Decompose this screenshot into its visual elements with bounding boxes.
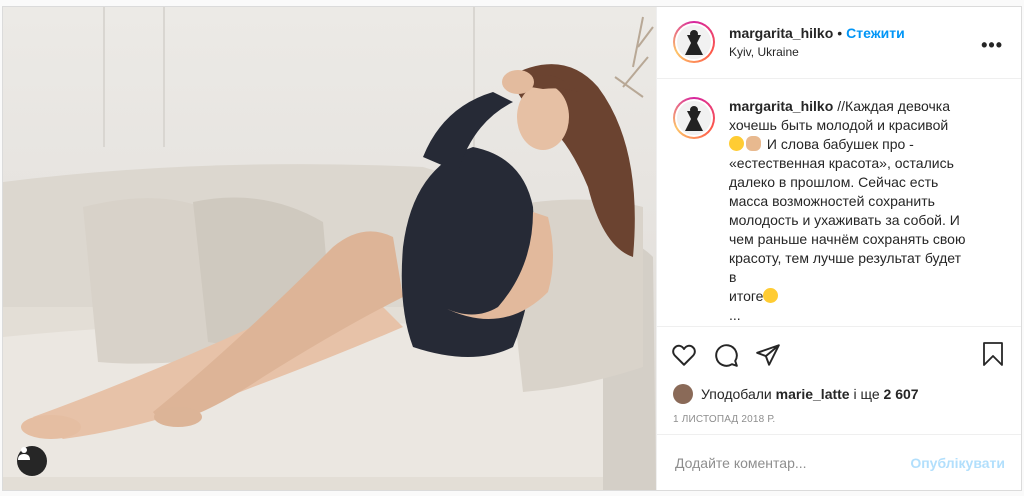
caption-line: итоге: [729, 287, 764, 304]
follow-button[interactable]: Стежити: [846, 25, 905, 41]
user-tag-icon: [18, 447, 30, 460]
share-icon: [756, 344, 780, 366]
caption-line: молодость и ухаживать за собой. И: [729, 211, 960, 228]
post-header: margarita_hilko • Стежити Kyiv, Ukraine ••…: [657, 7, 1021, 79]
caption-avatar[interactable]: [673, 96, 715, 139]
comment-icon: [715, 344, 738, 367]
likes-summary: Уподобали marie_latte і ще 2 607: [657, 382, 1021, 406]
share-button[interactable]: [755, 342, 781, 368]
comment-input[interactable]: [673, 453, 877, 472]
action-bar: [657, 326, 1021, 382]
comments-area[interactable]: margarita_hilko//Каждая девочка хочешь б…: [657, 79, 1021, 327]
location-link[interactable]: Kyiv, Ukraine: [729, 43, 905, 61]
username-link[interactable]: margarita_hilko: [729, 25, 833, 41]
save-button[interactable]: [981, 341, 1005, 372]
liker-username[interactable]: marie_latte: [776, 386, 850, 402]
avatar[interactable]: [673, 21, 715, 64]
user-tag-button[interactable]: [17, 446, 47, 476]
bookmark-icon: [983, 342, 1003, 367]
likes-count[interactable]: 2 607: [884, 386, 919, 402]
caption-line: //Каждая девочка: [837, 97, 951, 114]
caption-ellipsis: ...: [729, 306, 741, 323]
add-comment-bar: Опублікувати: [657, 434, 1021, 490]
caption-username[interactable]: margarita_hilko: [729, 98, 833, 114]
caption-text: margarita_hilko//Каждая девочка хочешь б…: [729, 97, 969, 327]
likes-prefix: Уподобали: [701, 386, 772, 403]
liker-avatar[interactable]: [673, 384, 693, 405]
post-date[interactable]: 1 ЛИСТОПАД 2018 Р.: [657, 406, 1021, 434]
comment-button[interactable]: [713, 342, 739, 368]
caption-line: чем раньше начнём сохранять свою: [729, 230, 966, 247]
caption-line: хочешь быть молодой и красивой: [729, 116, 949, 133]
avatar-image: [677, 25, 711, 60]
post-card: margarita_hilko • Стежити Kyiv, Ukraine ••…: [2, 6, 1022, 491]
more-icon[interactable]: •••: [981, 35, 1003, 56]
star-eyes-emoji-icon: [729, 135, 744, 151]
like-button[interactable]: [671, 342, 697, 368]
publish-button[interactable]: Опублікувати: [910, 455, 1005, 471]
heart-icon: [672, 344, 696, 366]
avatar-image: [677, 100, 711, 135]
caption-line: И слова бабушек про -: [766, 135, 914, 152]
separator-dot: •: [837, 24, 843, 41]
post-sidebar: margarita_hilko • Стежити Kyiv, Ukraine ••…: [656, 7, 1021, 490]
flexed-biceps-emoji-icon: [746, 135, 761, 151]
caption-line: «естественная красота», остались: [729, 154, 954, 171]
caption-line: далеко в прошлом. Сейчас есть: [729, 173, 939, 190]
caption-line: масса возможностей сохранить: [729, 192, 935, 209]
post-photo[interactable]: [3, 7, 656, 490]
star-eyes-emoji-icon: [763, 287, 779, 303]
photo-illustration: [3, 16, 656, 490]
caption-line: красоту, тем лучше результат будет в: [729, 249, 961, 285]
likes-middle: і ще: [853, 386, 880, 403]
